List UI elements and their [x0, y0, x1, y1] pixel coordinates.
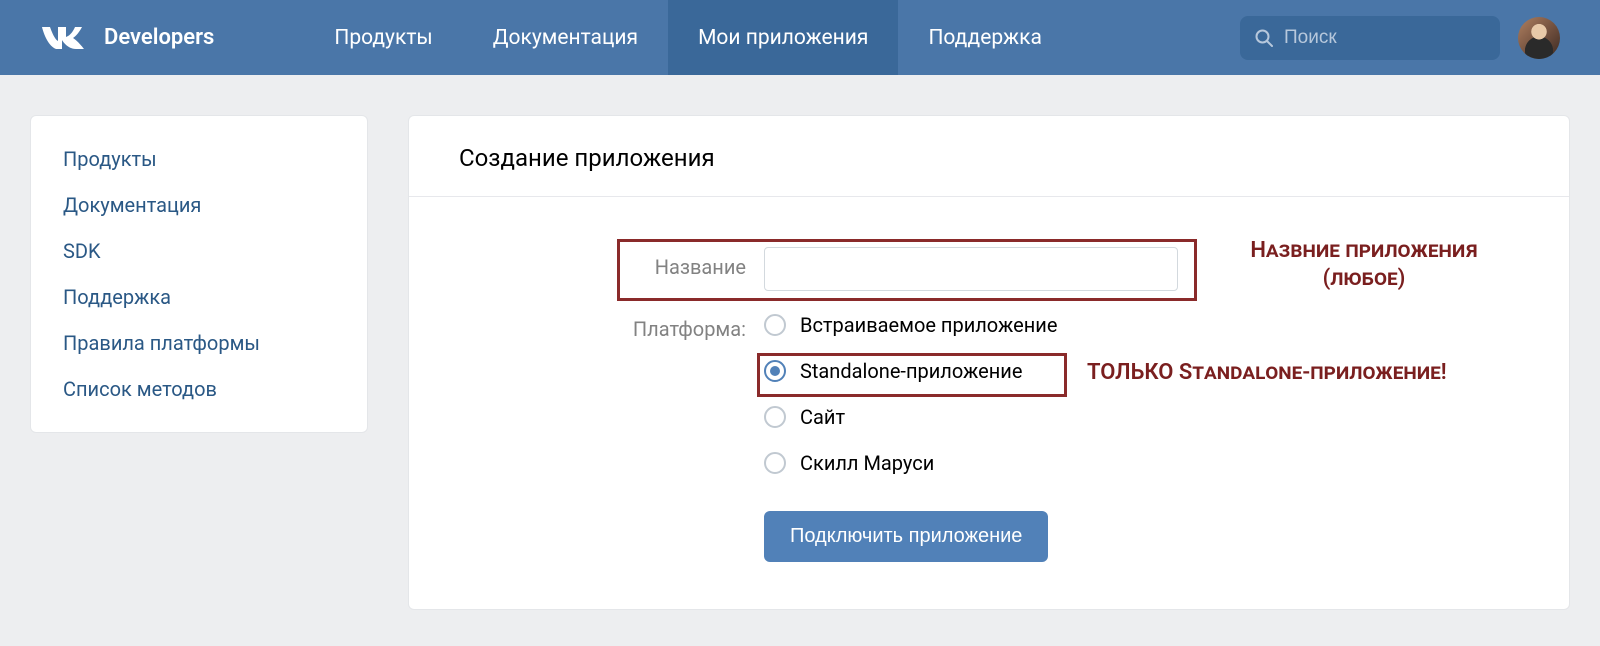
row-name: Название [409, 247, 1569, 291]
search-input[interactable] [1284, 27, 1486, 49]
radio-standalone[interactable]: Standalone-приложение [764, 359, 1057, 383]
radio-label: Standalone-приложение [800, 359, 1022, 383]
radio-label: Скилл Маруси [800, 451, 934, 475]
radio-embedded[interactable]: Встраиваемое приложение [764, 313, 1057, 337]
radio-label: Сайт [800, 405, 845, 429]
main-header: Создание приложения [409, 116, 1569, 197]
row-platform: Платформа: Встраиваемое приложение Stand… [409, 309, 1569, 475]
sidebar-item-sdk[interactable]: SDK [31, 228, 367, 274]
radio-icon [764, 360, 786, 382]
platform-label: Платформа: [409, 309, 764, 341]
sidebar: Продукты Документация SDK Поддержка Прав… [30, 115, 368, 433]
header-right [1240, 16, 1560, 60]
form-area: Название Платформа: Встраиваемое приложе… [409, 197, 1569, 562]
search-box[interactable] [1240, 16, 1500, 60]
page-title: Создание приложения [459, 144, 1519, 172]
sidebar-item-products[interactable]: Продукты [31, 136, 367, 182]
sidebar-item-support[interactable]: Поддержка [31, 274, 367, 320]
nav-my-apps[interactable]: Мои приложения [668, 0, 898, 75]
platform-radio-group: Встраиваемое приложение Standalone-прило… [764, 309, 1057, 475]
content-area: Продукты Документация SDK Поддержка Прав… [0, 75, 1600, 610]
nav-docs[interactable]: Документация [463, 0, 668, 75]
main-panel: Создание приложения Название Платформа: … [408, 115, 1570, 610]
radio-site[interactable]: Сайт [764, 405, 1057, 429]
search-icon [1254, 28, 1274, 48]
nav-products[interactable]: Продукты [304, 0, 462, 75]
submit-button[interactable]: Подключить приложение [764, 511, 1048, 562]
vk-logo-icon [40, 23, 90, 53]
radio-icon [764, 452, 786, 474]
name-label: Название [409, 247, 764, 279]
submit-row: Подключить приложение [409, 511, 1569, 562]
sidebar-item-methods[interactable]: Список методов [31, 366, 367, 412]
radio-label: Встраиваемое приложение [800, 313, 1057, 337]
nav-support[interactable]: Поддержка [898, 0, 1071, 75]
brand-block[interactable]: Developers [40, 23, 214, 53]
top-header: Developers Продукты Документация Мои при… [0, 0, 1600, 75]
name-input[interactable] [764, 247, 1178, 291]
avatar[interactable] [1518, 17, 1560, 59]
top-nav: Продукты Документация Мои приложения Под… [304, 0, 1072, 75]
brand-label: Developers [104, 25, 214, 50]
sidebar-item-docs[interactable]: Документация [31, 182, 367, 228]
radio-icon [764, 406, 786, 428]
radio-icon [764, 314, 786, 336]
sidebar-item-platform-rules[interactable]: Правила платформы [31, 320, 367, 366]
radio-marusia[interactable]: Скилл Маруси [764, 451, 1057, 475]
